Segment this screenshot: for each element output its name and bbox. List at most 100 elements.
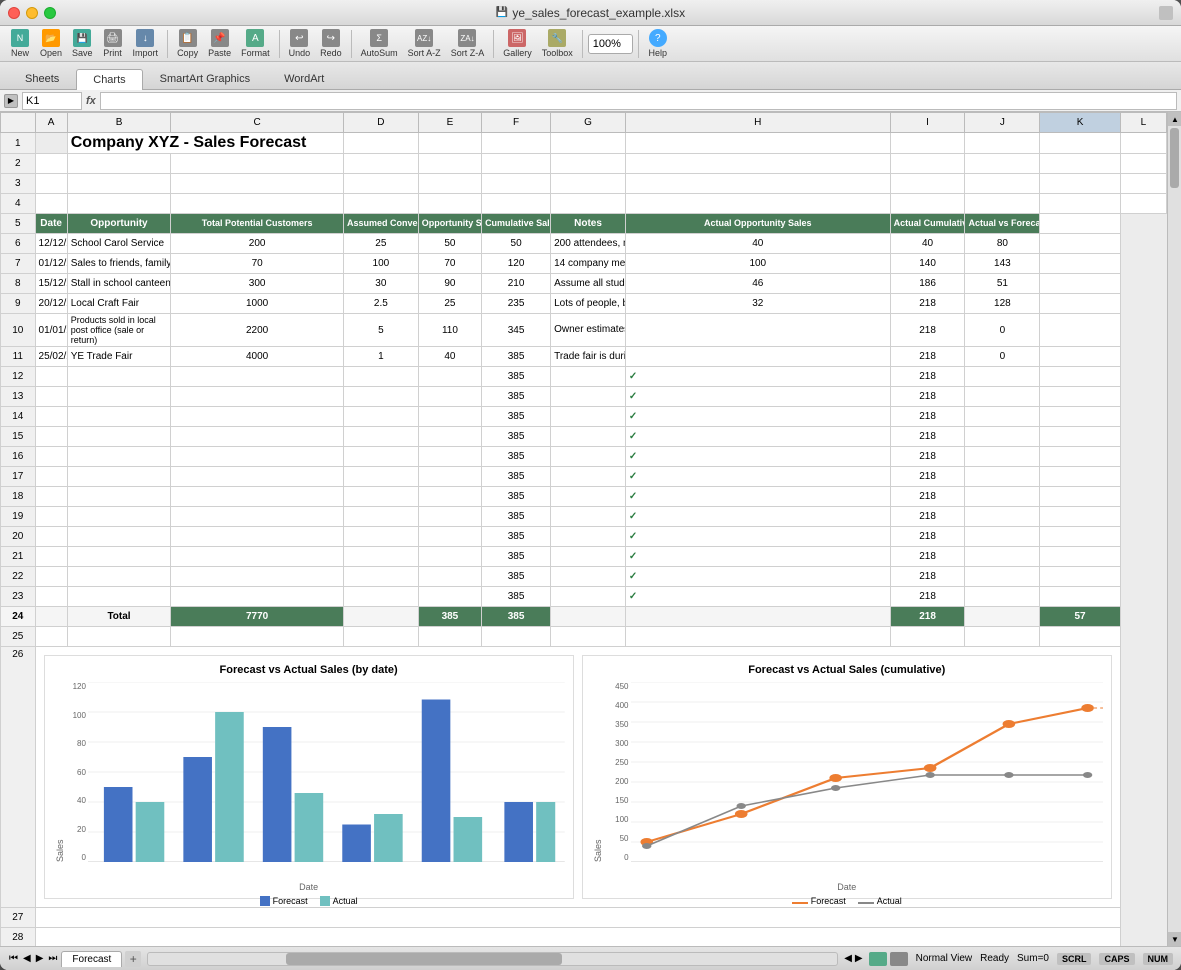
- cell-reference-input[interactable]: [22, 92, 82, 110]
- status-bar: ⏮ ◀ ▶ ⏭ Forecast + ◀ ▶ Normal View Ready…: [0, 946, 1181, 970]
- cell-navigator-icon[interactable]: ▶: [4, 94, 18, 108]
- table-row: 12 385 ✓ 218: [1, 367, 1167, 387]
- col-header-c[interactable]: C: [171, 113, 344, 133]
- vertical-scrollbar[interactable]: ▲ ▼: [1167, 112, 1181, 946]
- table-row: 8 15/12/2010 Stall in school canteen 300…: [1, 274, 1167, 294]
- sort-za-button[interactable]: ZA↓ Sort Z-A: [447, 27, 489, 60]
- window-title: 💾 ye_sales_forecast_example.xlsx: [496, 6, 685, 20]
- sheet-nav-prev[interactable]: ◀: [22, 952, 32, 965]
- col-header-d[interactable]: D: [343, 113, 418, 133]
- formula-input[interactable]: [100, 92, 1177, 110]
- paste-button[interactable]: 📌 Paste: [204, 27, 235, 60]
- fx-label: fx: [86, 95, 96, 107]
- undo-button[interactable]: ↩ Undo: [285, 27, 315, 60]
- horizontal-scroll-thumb[interactable]: [286, 953, 562, 965]
- line-chart-y-ticks: 0 50 100 150 200 250 300: [603, 682, 631, 862]
- import-button[interactable]: ↓ Import: [129, 27, 163, 60]
- table-row: 11 25/02/2011 YE Trade Fair 4000 1 40 38…: [1, 347, 1167, 367]
- sep1: [167, 30, 168, 58]
- grid-scroll-area[interactable]: A B C D E F G H I J K L: [0, 112, 1167, 946]
- scroll-thumb[interactable]: [1170, 128, 1179, 188]
- format-button[interactable]: A Format: [237, 27, 274, 60]
- scroll-up-btn[interactable]: ▲: [1168, 112, 1181, 126]
- close-button[interactable]: [8, 7, 20, 19]
- col-header-h[interactable]: H: [625, 113, 890, 133]
- print-button[interactable]: 🖨 Print: [99, 27, 127, 60]
- col-header-j[interactable]: J: [965, 113, 1040, 133]
- toolbox-button[interactable]: 🔧 Toolbox: [538, 27, 577, 60]
- sep5: [582, 30, 583, 58]
- table-row: 17 385 ✓ 218: [1, 467, 1167, 487]
- header-customers: Total Potential Customers: [171, 214, 344, 234]
- add-sheet-button[interactable]: +: [125, 951, 141, 967]
- scroll-down-btn[interactable]: ▼: [1168, 932, 1181, 946]
- open-button[interactable]: 📂 Open: [36, 27, 66, 60]
- line-chart-legend: Forecast Actual: [591, 896, 1103, 906]
- corner-cell: [1, 113, 36, 133]
- charts-container: Forecast vs Actual Sales (by date) Sales…: [36, 647, 1120, 907]
- horizontal-scrollbar[interactable]: [147, 952, 838, 966]
- minimize-button[interactable]: [26, 7, 38, 19]
- sep4: [493, 30, 494, 58]
- bar-chart-svg: 12/12/10 01/12/10 15/12/10 20/12/10 01/0…: [88, 682, 565, 862]
- table-row: 18 385 ✓ 218: [1, 487, 1167, 507]
- table-row: 10 01/01/2011 Products sold in local pos…: [1, 314, 1167, 347]
- line-chart-area: Sales 0 50 100 150 200: [591, 682, 1103, 862]
- grid-wrapper: A B C D E F G H I J K L: [0, 112, 1181, 946]
- col-header-a[interactable]: A: [35, 113, 67, 133]
- formula-bar: ▶ fx: [0, 90, 1181, 112]
- line-chart-x-label: Date: [591, 882, 1103, 892]
- sheet-nav-next[interactable]: ▶: [35, 952, 45, 965]
- bar-chart-x-label: Date: [53, 882, 565, 892]
- table-row: 6 12/12/2010 School Carol Service 200 25…: [1, 234, 1167, 254]
- view-label: Normal View: [916, 953, 973, 964]
- tab-sheets[interactable]: Sheets: [8, 68, 76, 89]
- redo-button[interactable]: ↪ Redo: [316, 27, 346, 60]
- tab-wordart[interactable]: WordArt: [267, 68, 341, 89]
- header-actual-pct: Actual vs Forecast %: [965, 214, 1040, 234]
- gallery-button[interactable]: 🖼 Gallery: [499, 27, 536, 60]
- col-header-b[interactable]: B: [67, 113, 171, 133]
- scrl-indicator: SCRL: [1057, 953, 1092, 965]
- col-header-g[interactable]: G: [551, 113, 626, 133]
- ready-label: Ready: [980, 953, 1009, 964]
- toolbar: N New 📂 Open 💾 Save 🖨 Print ↓ Import 📋 C…: [0, 26, 1181, 62]
- col-header-k[interactable]: K: [1040, 113, 1121, 133]
- table-row: 2: [1, 154, 1167, 174]
- tab-smartart[interactable]: SmartArt Graphics: [143, 68, 267, 89]
- bar-chart-y-label: Sales: [53, 682, 65, 862]
- normal-view-icon[interactable]: [869, 952, 887, 966]
- sheet-nav-prev-start[interactable]: ⏮: [8, 952, 19, 965]
- window-resize-handle[interactable]: [1159, 6, 1173, 20]
- col-header-f[interactable]: F: [482, 113, 551, 133]
- zoom-input[interactable]: 100%: [588, 34, 633, 54]
- scroll-right-btn[interactable]: ▶: [855, 953, 863, 964]
- table-row: 9 20/12/2010 Local Craft Fair 1000 2.5 2…: [1, 294, 1167, 314]
- scroll-left-btn[interactable]: ◀: [844, 953, 852, 964]
- title-bar: 💾 ye_sales_forecast_example.xlsx: [0, 0, 1181, 26]
- sep2: [279, 30, 280, 58]
- table-row: 16 385 ✓ 218: [1, 447, 1167, 467]
- table-row: 15 385 ✓ 218: [1, 427, 1167, 447]
- autosum-button[interactable]: Σ AutoSum: [357, 27, 402, 60]
- line-chart: Forecast vs Actual Sales (cumulative) Sa…: [582, 655, 1112, 899]
- sort-az-button[interactable]: AZ↓ Sort A-Z: [404, 27, 445, 60]
- page-view-icon[interactable]: [890, 952, 908, 966]
- sheet-tab-forecast[interactable]: Forecast: [61, 951, 122, 967]
- tab-charts[interactable]: Charts: [76, 69, 142, 90]
- table-row: 3: [1, 174, 1167, 194]
- col-header-e[interactable]: E: [418, 113, 481, 133]
- col-header-l[interactable]: L: [1120, 113, 1166, 133]
- help-button[interactable]: ? Help: [644, 27, 672, 60]
- num-indicator: NUM: [1143, 953, 1174, 965]
- sep6: [638, 30, 639, 58]
- save-button[interactable]: 💾 Save: [68, 27, 97, 60]
- new-button[interactable]: N New: [6, 27, 34, 60]
- bar-chart-area: Sales 0 20 40 60 80: [53, 682, 565, 862]
- copy-button[interactable]: 📋 Copy: [173, 27, 202, 60]
- maximize-button[interactable]: [44, 7, 56, 19]
- legend-actual-color: [320, 896, 330, 906]
- sheet-nav-next-end[interactable]: ⏭: [47, 952, 58, 965]
- app-window: 💾 ye_sales_forecast_example.xlsx N New 📂…: [0, 0, 1181, 970]
- col-header-i[interactable]: I: [890, 113, 965, 133]
